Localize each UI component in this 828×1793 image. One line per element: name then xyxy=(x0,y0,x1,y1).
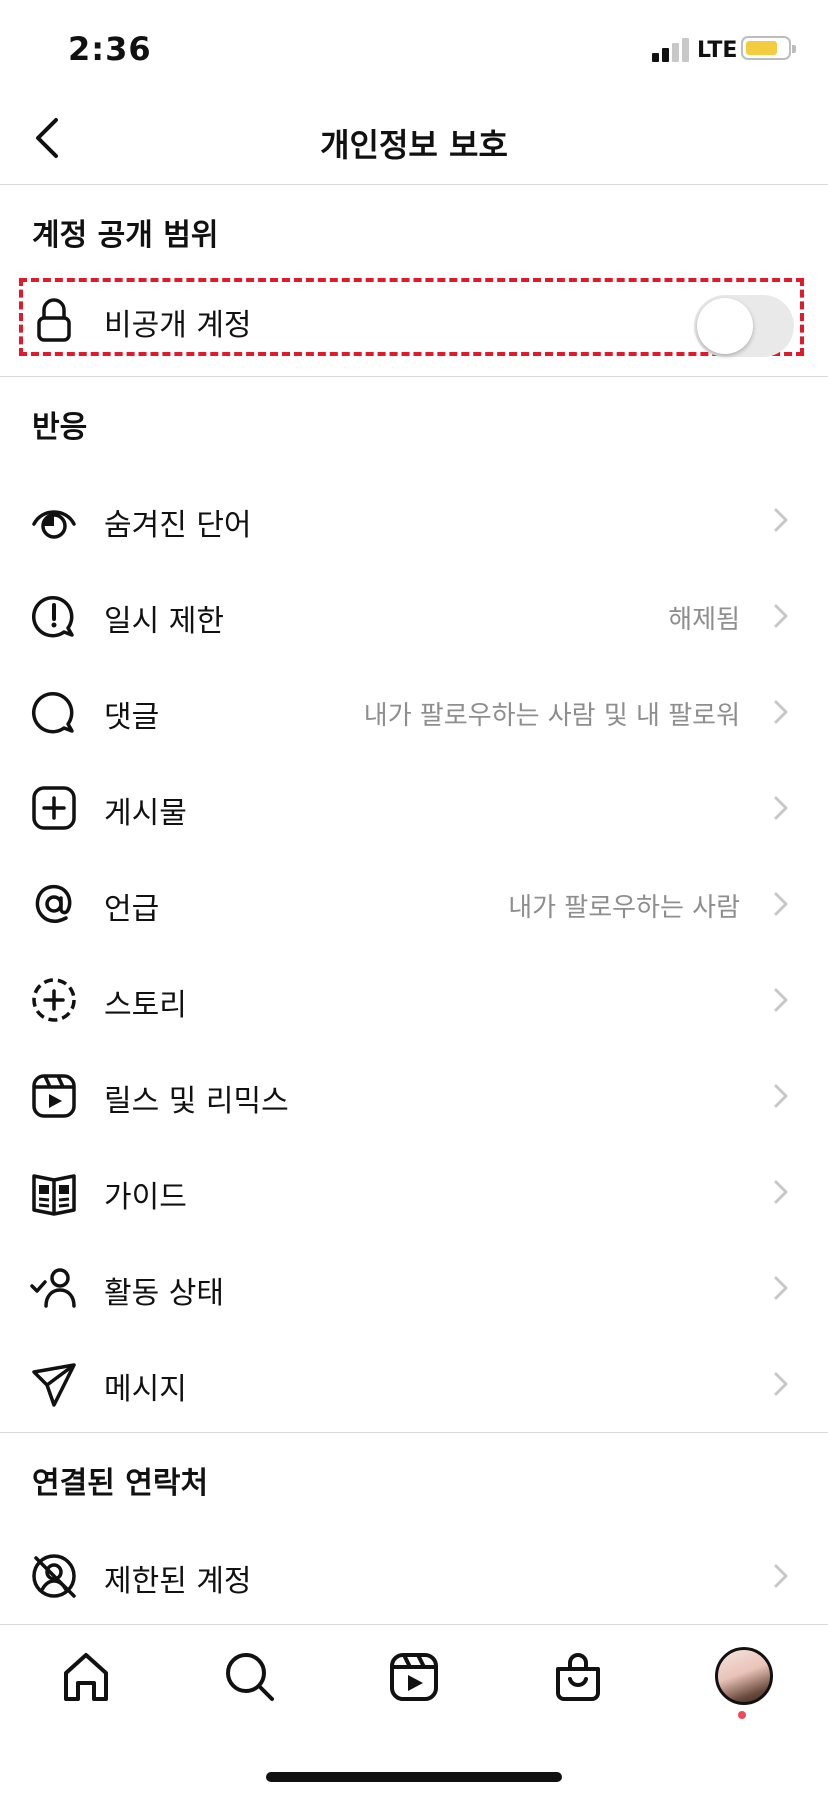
status-bar: 2:36 LTE xyxy=(0,0,828,96)
reels-row[interactable]: 릴스 및 리믹스 xyxy=(0,1048,828,1144)
section-title-interactions: 반응 xyxy=(32,410,88,445)
reels-icon[interactable] xyxy=(386,1649,442,1705)
search-icon[interactable] xyxy=(222,1649,278,1705)
private-account-toggle[interactable] xyxy=(694,295,794,357)
reels-icon xyxy=(32,1074,76,1118)
chevron-right-icon xyxy=(774,1372,788,1396)
posts-row[interactable]: 게시물 xyxy=(0,760,828,856)
restricted-accounts-label: 제한된 계정 xyxy=(104,1564,252,1599)
activity-status-icon xyxy=(30,1268,76,1308)
comments-label: 댓글 xyxy=(104,700,160,735)
message-icon xyxy=(32,1363,76,1407)
chevron-right-icon xyxy=(774,1276,788,1300)
notification-dot xyxy=(738,1711,746,1719)
mentions-value: 내가 팔로우하는 사람 xyxy=(508,893,740,923)
chevron-right-icon xyxy=(774,892,788,916)
chevron-right-icon xyxy=(774,700,788,724)
toggle-knob xyxy=(697,298,753,354)
chevron-right-icon xyxy=(774,1564,788,1588)
limits-label: 일시 제한 xyxy=(104,604,224,639)
chevron-right-icon xyxy=(774,988,788,1012)
comments-value: 내가 팔로우하는 사람 및 내 팔로워 xyxy=(363,701,740,731)
section-title-connections: 연결된 연락처 xyxy=(32,1466,209,1501)
messages-row[interactable]: 메시지 xyxy=(0,1336,828,1432)
highlight-box xyxy=(19,278,804,356)
status-time: 2:36 xyxy=(68,30,152,68)
nav-bar: 개인정보 보호 xyxy=(0,96,828,185)
mention-icon xyxy=(35,884,72,923)
story-row[interactable]: 스토리 xyxy=(0,952,828,1048)
chevron-right-icon xyxy=(774,796,788,820)
network-type: LTE xyxy=(697,38,738,63)
divider xyxy=(0,376,828,377)
hidden-words-label: 숨겨진 단어 xyxy=(104,508,252,543)
limits-value: 해제됨 xyxy=(668,605,740,635)
guide-icon xyxy=(32,1174,76,1216)
page-title: 개인정보 보호 xyxy=(320,126,508,164)
restricted-icon xyxy=(32,1554,76,1598)
activity-status-label: 활동 상태 xyxy=(104,1276,224,1311)
hidden-words-icon xyxy=(32,510,76,539)
limits-row[interactable]: 일시 제한 해제됨 xyxy=(0,568,828,664)
tab-bar xyxy=(0,1624,828,1793)
home-icon[interactable] xyxy=(58,1649,114,1705)
chevron-right-icon xyxy=(774,604,788,628)
hidden-words-row[interactable]: 숨겨진 단어 xyxy=(0,472,828,568)
limits-icon xyxy=(31,595,74,638)
signal-icon xyxy=(652,38,692,62)
story-icon xyxy=(32,978,76,1022)
divider xyxy=(0,1432,828,1433)
guides-label: 가이드 xyxy=(104,1180,187,1215)
post-icon xyxy=(32,786,76,830)
chevron-right-icon xyxy=(774,508,788,532)
reels-label: 릴스 및 리믹스 xyxy=(104,1084,289,1119)
section-title-account-privacy: 계정 공개 범위 xyxy=(32,218,219,253)
restricted-accounts-row[interactable]: 제한된 계정 xyxy=(0,1528,828,1624)
battery-icon xyxy=(741,36,796,60)
posts-label: 게시물 xyxy=(104,796,187,831)
mentions-label: 언급 xyxy=(104,892,160,927)
profile-avatar[interactable] xyxy=(715,1647,773,1705)
chevron-right-icon xyxy=(774,1180,788,1204)
comments-row[interactable]: 댓글 내가 팔로우하는 사람 및 내 팔로워 xyxy=(0,664,828,760)
story-label: 스토리 xyxy=(104,988,187,1023)
guides-row[interactable]: 가이드 xyxy=(0,1144,828,1240)
chevron-right-icon xyxy=(774,1084,788,1108)
activity-status-row[interactable]: 활동 상태 xyxy=(0,1240,828,1336)
messages-label: 메시지 xyxy=(104,1372,187,1407)
comment-icon xyxy=(31,691,74,734)
shop-icon[interactable] xyxy=(550,1649,606,1705)
home-indicator[interactable] xyxy=(266,1772,562,1782)
mentions-row[interactable]: 언급 내가 팔로우하는 사람 xyxy=(0,856,828,952)
